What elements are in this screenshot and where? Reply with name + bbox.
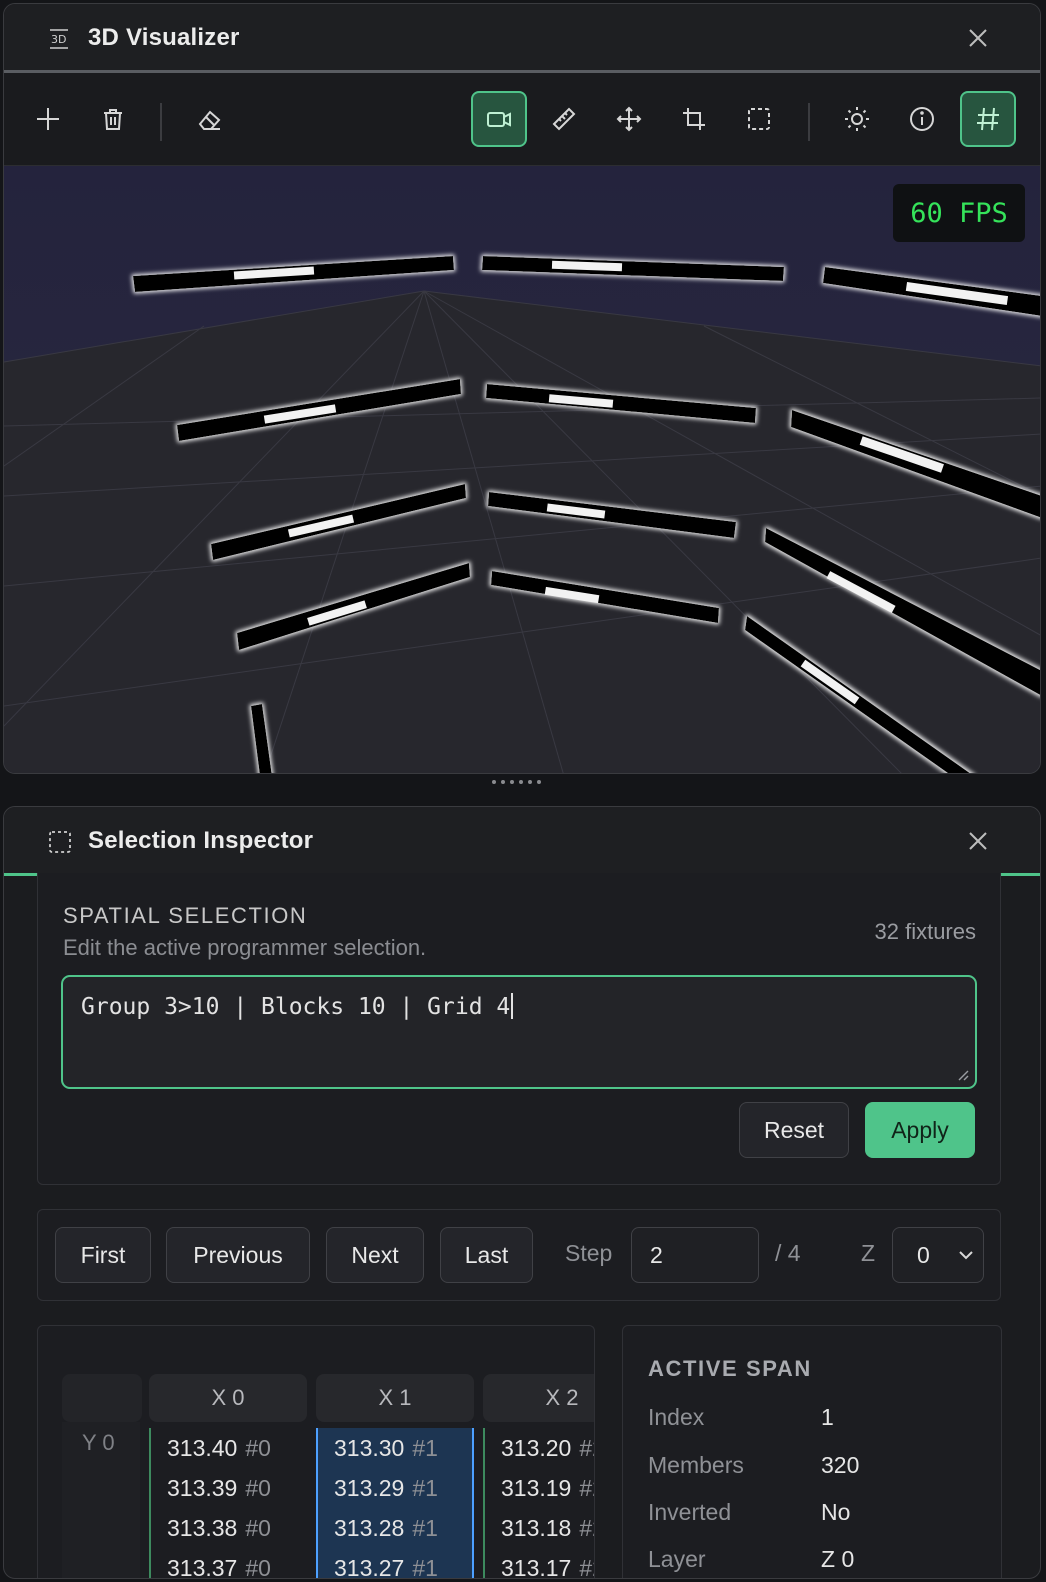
3d-viewport[interactable]: 60 FPS	[4, 166, 1040, 773]
column-header-x1: X 1	[316, 1374, 474, 1422]
grid-cell[interactable]: 313.39 #0	[151, 1468, 307, 1508]
close-icon[interactable]	[966, 26, 990, 50]
resize-grip-icon[interactable]	[957, 1069, 969, 1081]
step-label: Step	[565, 1240, 613, 1266]
span-key-index: Index	[648, 1404, 705, 1430]
sun-icon	[845, 107, 869, 131]
grid-toggle-button[interactable]	[960, 91, 1016, 147]
span-value-layer: Z 0	[821, 1546, 855, 1572]
grid-cell[interactable]: 313.29 #1	[318, 1468, 472, 1508]
column-header-x0: X 0	[149, 1374, 307, 1422]
active-span-title: ACTIVE SPAN	[648, 1356, 812, 1381]
grid-cell[interactable]: 313.17#2	[485, 1548, 594, 1579]
grid-cell[interactable]: 313.27 #1	[318, 1548, 472, 1579]
grid-cell[interactable]: 313.40 #0	[151, 1428, 307, 1468]
active-span-panel: ACTIVE SPAN Index 1 Members 320 Inverted…	[622, 1325, 1002, 1578]
row-header-y0: Y 0	[62, 1422, 140, 1578]
close-icon[interactable]	[966, 829, 990, 853]
svg-text:3D: 3D	[51, 33, 66, 46]
toolbar-separator	[160, 103, 162, 141]
rotate-button[interactable]	[666, 91, 722, 147]
select-button[interactable]	[731, 91, 787, 147]
grid-corner-header	[62, 1374, 142, 1422]
previous-button[interactable]: Previous	[166, 1227, 310, 1283]
visualizer-panel: 3D 3D Visualizer 60 FPS	[3, 3, 1041, 774]
measure-button[interactable]	[536, 91, 592, 147]
grid-column-x2: 313.20#2 313.19#2 313.18#2 313.17#2	[483, 1428, 594, 1579]
panel-resize-handle[interactable]	[492, 780, 546, 786]
first-button[interactable]: First	[55, 1227, 151, 1283]
z-layer-select[interactable]: 0	[892, 1227, 984, 1283]
toolbar-separator	[808, 103, 810, 141]
add-button[interactable]	[20, 91, 76, 147]
rotate-icon	[683, 108, 705, 130]
grid-cell[interactable]: 313.20#2	[485, 1428, 594, 1468]
step-total: / 4	[775, 1240, 801, 1266]
inspector-titlebar: Selection Inspector	[4, 807, 1040, 875]
next-button[interactable]: Next	[326, 1227, 424, 1283]
light-button[interactable]	[829, 91, 885, 147]
grid-cell[interactable]: 313.19#2	[485, 1468, 594, 1508]
span-value-inverted: No	[821, 1499, 851, 1525]
3d-icon: 3D	[50, 29, 68, 49]
fps-counter: 60 FPS	[893, 184, 1025, 242]
query-text: Group 3>10 | Blocks 10 | Grid 4	[81, 994, 511, 1020]
inspector-title: Selection Inspector	[88, 827, 314, 854]
video-camera-icon	[487, 112, 511, 127]
grid-cell[interactable]: 313.38 #0	[151, 1508, 307, 1548]
apply-button[interactable]: Apply	[865, 1102, 975, 1158]
grid-cell[interactable]: 313.28 #1	[318, 1508, 472, 1548]
ruler-icon	[552, 107, 576, 131]
visualizer-toolbar	[4, 73, 1040, 166]
grid-column-x1-active: 313.30 #1 313.29 #1 313.28 #1 313.27 #1	[316, 1428, 474, 1579]
last-button[interactable]: Last	[440, 1227, 533, 1283]
span-key-inverted: Inverted	[648, 1499, 732, 1525]
span-value-members: 320	[821, 1452, 860, 1478]
step-navigation-bar: First Previous Next Last Step 2 / 4 Z 0	[37, 1209, 1001, 1301]
selection-grid: X 0 X 1 X 2 Y 0 313.40 #0 313.39 #0 313.38…	[37, 1325, 595, 1579]
column-header-x2: X 2	[483, 1374, 594, 1422]
z-label: Z	[861, 1240, 876, 1266]
text-caret	[511, 993, 514, 1019]
row-label: Y 0	[82, 1430, 115, 1455]
fixture-count: 32 fixtures	[874, 919, 977, 944]
selection-inspector-panel: Selection Inspector SPATIAL SELECTION Ed…	[3, 806, 1041, 1579]
span-key-members: Members	[648, 1452, 744, 1478]
visualizer-titlebar: 3D 3D Visualizer	[4, 4, 1040, 72]
section-subtitle: Edit the active programmer selection.	[63, 935, 427, 960]
z-value: 0	[917, 1242, 930, 1268]
section-title: SPATIAL SELECTION	[63, 903, 308, 928]
delete-button[interactable]	[85, 91, 141, 147]
span-key-layer: Layer	[648, 1546, 706, 1572]
marquee-select-icon	[748, 108, 770, 130]
info-button[interactable]	[894, 91, 950, 147]
erase-button[interactable]	[182, 91, 238, 147]
spatial-selection-section: SPATIAL SELECTION Edit the active progra…	[37, 873, 1001, 1185]
eraser-icon	[198, 110, 221, 130]
marquee-select-icon	[49, 831, 71, 853]
grid-hash-icon	[977, 107, 999, 131]
grid-cell[interactable]: 313.37 #0	[151, 1548, 307, 1579]
selection-query-input[interactable]: Group 3>10 | Blocks 10 | Grid 4	[61, 975, 977, 1089]
grid-column-x0: 313.40 #0 313.39 #0 313.38 #0 313.37 #0	[149, 1428, 307, 1579]
visualizer-title: 3D Visualizer	[88, 24, 240, 51]
chevron-down-icon	[959, 1251, 973, 1260]
span-value-index: 1	[821, 1404, 834, 1430]
move-icon	[616, 106, 642, 132]
move-button[interactable]	[601, 91, 657, 147]
info-icon	[910, 107, 934, 131]
trash-icon	[104, 109, 122, 130]
camera-button[interactable]	[471, 91, 527, 147]
grid-cell[interactable]: 313.18#2	[485, 1508, 594, 1548]
plus-icon	[37, 108, 59, 130]
step-input[interactable]: 2	[631, 1227, 759, 1283]
reset-button[interactable]: Reset	[739, 1102, 849, 1158]
grid-cell[interactable]: 313.30 #1	[318, 1428, 472, 1468]
3d-scene[interactable]	[4, 166, 1040, 773]
